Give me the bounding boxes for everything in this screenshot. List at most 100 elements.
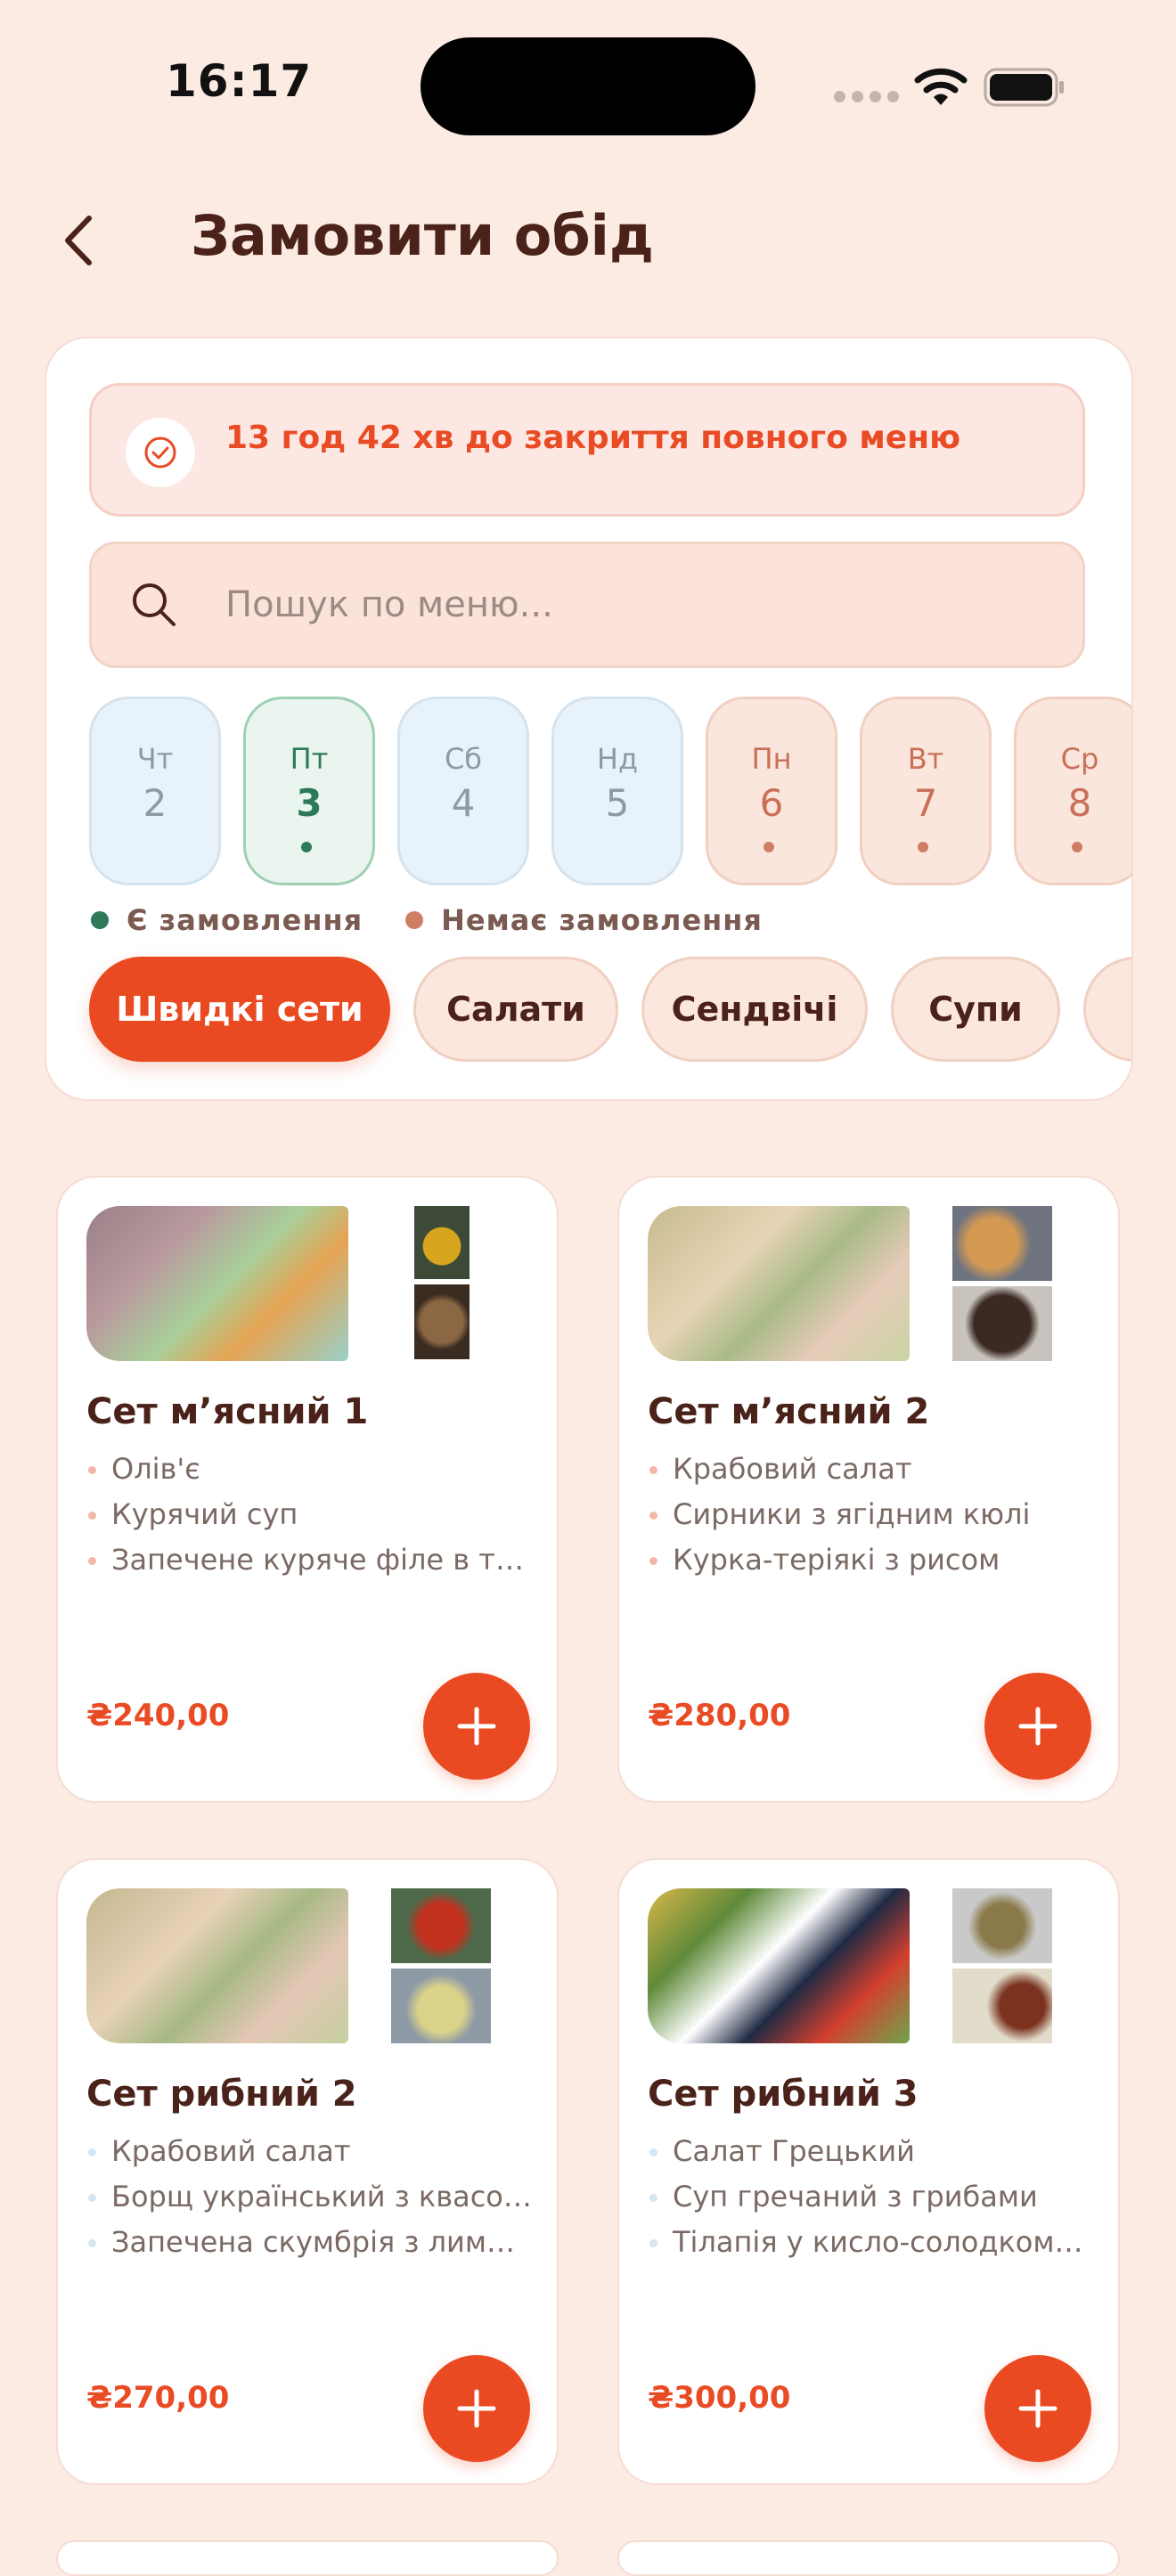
order-legend: Є замовлення Немає замовлення: [91, 903, 763, 937]
product-thumb-main: [952, 1286, 1052, 1361]
product-item: Крабовий салат: [86, 2129, 532, 2174]
day-weekday: Пн: [751, 742, 792, 776]
product-items: Салат Грецький Суп гречаний з грибами Ті…: [648, 2129, 1093, 2265]
product-thumb-soup: [952, 1888, 1052, 1963]
day-number: 3: [296, 781, 323, 825]
order-status-dot: [764, 842, 774, 852]
legend-has-order: Є замовлення: [127, 903, 363, 937]
category-tabs: Швидкі сети Салати Сендвічі Супи: [89, 957, 1131, 1062]
product-item: Крабовий салат: [648, 1447, 1093, 1492]
product-item: Запечене куряче філе в томатному соусі: [86, 1537, 532, 1583]
day-number: 2: [143, 781, 167, 825]
product-item: Салат Грецький: [648, 2129, 1093, 2174]
legend-dot-has-order: [91, 911, 109, 929]
product-item: Тілапія у кисло-солодкому соусі: [648, 2220, 1093, 2265]
day-chip-thu[interactable]: Чт 2: [89, 697, 221, 885]
product-title: Сет м’ясний 1: [86, 1391, 369, 1432]
search-input[interactable]: [225, 578, 1027, 632]
category-soups[interactable]: Супи: [891, 957, 1060, 1062]
add-to-cart-button[interactable]: [984, 1673, 1091, 1780]
product-thumb-soup: [414, 1206, 470, 1279]
add-to-cart-button[interactable]: [423, 1673, 530, 1780]
page-title: Замовити обід: [191, 203, 655, 268]
filter-panel: 13 год 42 хв до закриття повного меню Чт…: [45, 337, 1133, 1101]
product-image: [86, 1888, 348, 2043]
day-chip-mon[interactable]: Пн 6: [706, 697, 837, 885]
day-chip-fri[interactable]: Пт 3: [243, 697, 375, 885]
day-weekday: Пт: [290, 742, 329, 776]
search-bar[interactable]: [89, 542, 1085, 668]
wifi-icon: [914, 68, 968, 105]
product-price: ₴300,00: [648, 2380, 791, 2416]
product-item: Сирники з ягідним кюлі: [648, 1492, 1093, 1537]
add-to-cart-button[interactable]: [984, 2355, 1091, 2462]
product-item: Суп гречаний з грибами: [648, 2174, 1093, 2220]
cellular-signal-icon: [834, 91, 899, 102]
product-items: Крабовий салат Борщ український з квасол…: [86, 2129, 532, 2265]
product-image: [648, 1206, 910, 1361]
day-number: 4: [451, 781, 476, 825]
product-thumb-mackerel: [391, 1969, 491, 2043]
day-number: 7: [913, 781, 938, 825]
product-thumb-tilapia: [952, 1969, 1052, 2043]
day-number: 6: [759, 781, 784, 825]
add-to-cart-button[interactable]: [423, 2355, 530, 2462]
product-card[interactable]: Сет м’ясний 1 Олів'є Курячий суп Запечен…: [56, 1176, 559, 1803]
product-title: Сет рибний 3: [648, 2074, 919, 2115]
product-price: ₴240,00: [86, 1698, 230, 1733]
product-price: ₴280,00: [648, 1698, 791, 1733]
day-chip-tue[interactable]: Вт 7: [860, 697, 992, 885]
product-title: Сет рибний 2: [86, 2074, 357, 2115]
category-more[interactable]: [1083, 957, 1131, 1062]
plus-icon: [457, 2389, 496, 2428]
battery-icon: [984, 68, 1064, 107]
product-thumb-borscht: [391, 1888, 491, 1963]
day-weekday: Чт: [136, 742, 174, 776]
product-card-partial[interactable]: [56, 2540, 559, 2576]
product-items: Олів'є Курячий суп Запечене куряче філе …: [86, 1447, 532, 1583]
order-status-dot: [301, 842, 312, 852]
product-card[interactable]: Сет м’ясний 2 Крабовий салат Сирники з я…: [617, 1176, 1120, 1803]
category-salads[interactable]: Салати: [413, 957, 618, 1062]
status-time: 16:17: [166, 55, 313, 107]
product-items: Крабовий салат Сирники з ягідним кюлі Ку…: [648, 1447, 1093, 1583]
product-price: ₴270,00: [86, 2380, 230, 2416]
plus-icon: [1018, 2389, 1058, 2428]
day-chip-wed[interactable]: Ср 8: [1014, 697, 1131, 885]
product-card[interactable]: Сет рибний 2 Крабовий салат Борщ українс…: [56, 1858, 559, 2485]
plus-icon: [1018, 1707, 1058, 1746]
category-sandwiches[interactable]: Сендвічі: [641, 957, 868, 1062]
product-image: [86, 1206, 348, 1361]
day-selector: Чт 2 Пт 3 Сб 4 Нд 5 Пн 6 Вт 7 Ср 8: [89, 697, 1131, 885]
product-item: Борщ український з квасолею: [86, 2174, 532, 2220]
menu-closing-timer: 13 год 42 хв до закриття повного меню: [89, 383, 1085, 517]
day-number: 8: [1067, 781, 1092, 825]
order-status-dot: [918, 842, 928, 852]
day-weekday: Нд: [596, 742, 639, 776]
product-card-partial[interactable]: [617, 2540, 1120, 2576]
legend-no-order: Немає замовлення: [441, 903, 763, 937]
back-button[interactable]: [53, 210, 103, 271]
day-weekday: Ср: [1060, 742, 1099, 776]
product-item: Курячий суп: [86, 1492, 532, 1537]
product-card[interactable]: Сет рибний 3 Салат Грецький Суп гречаний…: [617, 1858, 1120, 2485]
legend-dot-no-order: [405, 911, 424, 929]
check-circle-icon: [126, 418, 195, 487]
timer-text: 13 год 42 хв до закриття повного меню: [225, 420, 961, 456]
product-image: [648, 1888, 910, 2043]
product-thumb-syrnyky: [952, 1206, 1052, 1281]
day-weekday: Сб: [444, 742, 483, 776]
day-chip-sat[interactable]: Сб 4: [397, 697, 529, 885]
product-title: Сет м’ясний 2: [648, 1391, 930, 1432]
product-thumb-main: [414, 1284, 470, 1359]
dynamic-island: [421, 37, 755, 135]
plus-icon: [457, 1707, 496, 1746]
product-item: Курка-теріякі з рисом: [648, 1537, 1093, 1583]
chevron-left-icon: [65, 216, 92, 265]
category-quick-sets[interactable]: Швидкі сети: [89, 957, 390, 1062]
day-weekday: Вт: [907, 742, 944, 776]
day-number: 5: [605, 781, 630, 825]
order-status-dot: [1072, 842, 1082, 852]
day-chip-sun[interactable]: Нд 5: [551, 697, 683, 885]
product-item: Запечена скумбрія з лимоном: [86, 2220, 532, 2265]
